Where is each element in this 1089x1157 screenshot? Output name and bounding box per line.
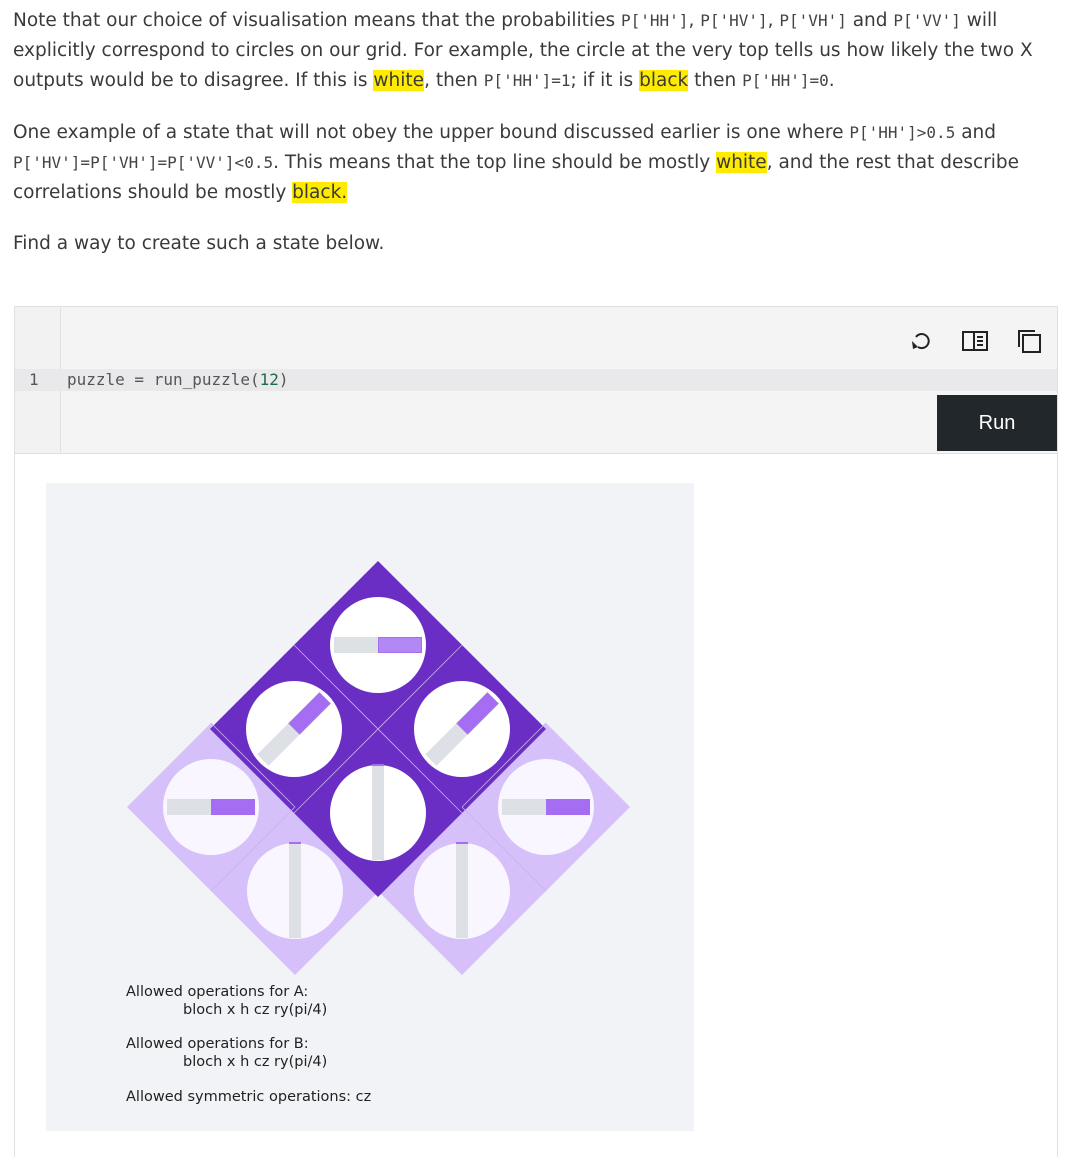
ops-a-list: bloch x h cz ry(pi/4): [183, 1002, 328, 1018]
text: . This means that the top line should be…: [273, 152, 717, 173]
output-divider: [15, 453, 1057, 454]
paragraph-3: Find a way to create such a state below.: [13, 233, 385, 254]
text: ; if it is: [570, 70, 640, 91]
inline-code: P['HV']: [700, 11, 768, 30]
inline-code: P['HH']>0.5: [849, 123, 956, 142]
text: .: [828, 70, 835, 91]
bloch-grid-diagram: [46, 483, 694, 1131]
inline-code: P['VV']: [893, 11, 961, 30]
puzzle-figure: Allowed operations for A: bloch x h cz r…: [46, 483, 694, 1131]
ops-a-title: Allowed operations for A:: [126, 984, 309, 1000]
text: and: [846, 10, 894, 31]
ops-b-list: bloch x h cz ry(pi/4): [183, 1054, 328, 1070]
code-text: puzzle = run_puzzle(: [67, 370, 260, 389]
highlight: white: [373, 70, 425, 91]
line-number: 1: [29, 370, 39, 389]
ops-b: Allowed operations for B: bloch x h cz r…: [126, 1035, 327, 1071]
highlight: black.: [292, 182, 348, 203]
text: ,: [688, 10, 701, 31]
split-view-icon[interactable]: [961, 327, 989, 355]
code-number: 12: [259, 370, 279, 389]
text: then: [688, 70, 743, 91]
inline-code: P['VH']: [779, 11, 847, 30]
inline-code: P['HH']=1: [483, 71, 571, 90]
text: and: [955, 122, 997, 143]
inline-code: P['HH']: [621, 11, 689, 30]
code-cell: 1 puzzle = run_puzzle(12) Run Allowed op…: [14, 306, 1058, 1157]
inline-code: P['HH']=0: [742, 71, 829, 90]
undo-icon[interactable]: [907, 327, 935, 355]
ops-symmetric: Allowed symmetric operations: cz: [126, 1089, 372, 1105]
cell-toolbar: [907, 327, 1043, 355]
ops-b-title: Allowed operations for B:: [126, 1036, 309, 1052]
highlight: black: [639, 70, 689, 91]
inline-code: P['HV']=P['VH']=P['VV']<0.5: [13, 153, 274, 172]
highlight: white: [716, 152, 767, 173]
text: Note that our choice of visualisation me…: [13, 10, 621, 31]
ops-a: Allowed operations for A: bloch x h cz r…: [126, 983, 327, 1019]
copy-icon[interactable]: [1015, 327, 1043, 355]
text: , then: [424, 70, 484, 91]
paragraph-2: One example of a state that will not obe…: [13, 118, 1073, 208]
paragraph-1: Note that our choice of visualisation me…: [13, 6, 1073, 96]
code-line-text[interactable]: puzzle = run_puzzle(12): [67, 369, 289, 391]
text: ,: [767, 10, 780, 31]
code-text: ): [278, 370, 289, 389]
text: One example of a state that will not obe…: [13, 122, 850, 143]
run-button[interactable]: Run: [937, 395, 1057, 451]
